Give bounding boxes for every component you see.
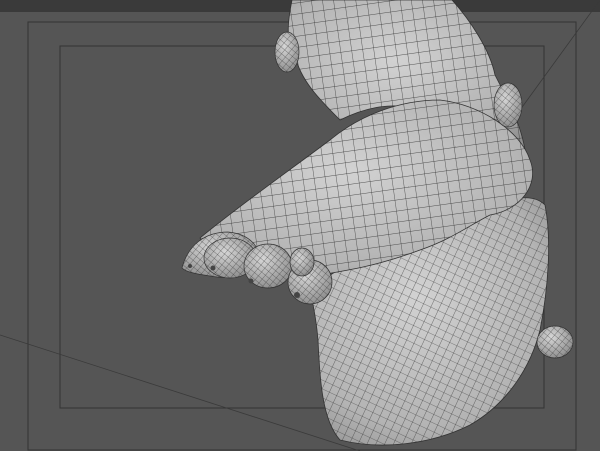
- ankle-bump-right[interactable]: [493, 82, 523, 128]
- ankle-bump-left[interactable]: [274, 31, 300, 73]
- heel-bump[interactable]: [536, 325, 574, 359]
- toenail-2: [210, 265, 216, 271]
- camera-guide-line-right: [519, 0, 600, 111]
- little-toe[interactable]: [289, 247, 315, 277]
- camera-guide-line: [0, 334, 361, 451]
- 3d-viewport[interactable]: [0, 0, 600, 451]
- toenail-1: [188, 264, 192, 268]
- toenail-4: [294, 292, 300, 298]
- toenail-3: [248, 278, 254, 284]
- viewport-scene[interactable]: [0, 0, 600, 451]
